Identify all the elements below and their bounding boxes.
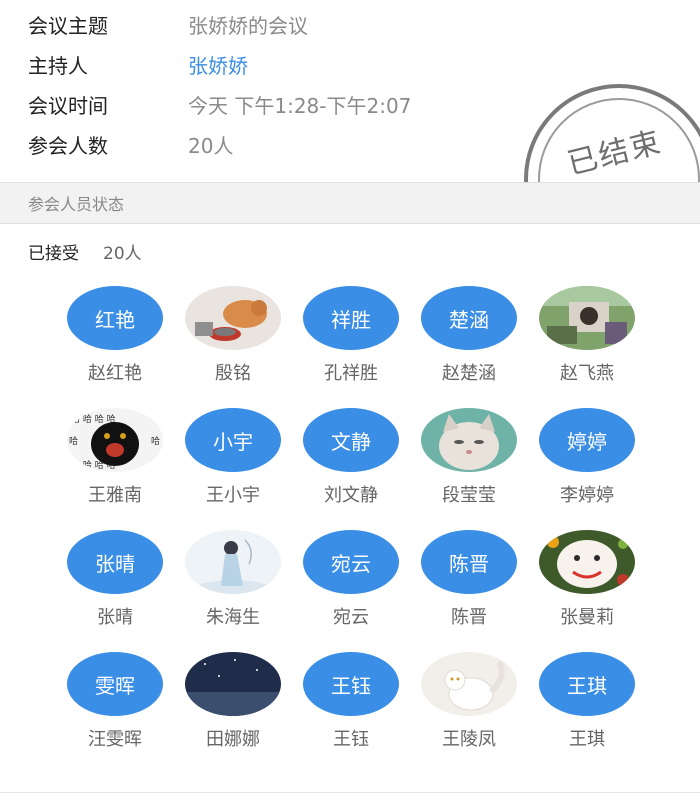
member-item[interactable]: 张晴 张晴 bbox=[56, 530, 174, 630]
member-name: 陈晋 bbox=[451, 607, 487, 628]
black-cat-photo-avatar: 哈 哈 哈 哈 哈 哈 哈 哈 哈 哈 bbox=[67, 408, 163, 472]
member-name: 赵红艳 bbox=[88, 363, 142, 384]
svg-text:哈: 哈 bbox=[69, 435, 78, 447]
member-item[interactable]: 哈 哈 哈 哈 哈 哈 哈 哈 哈 哈 王雅南 bbox=[56, 408, 174, 508]
member-name: 王琪 bbox=[569, 729, 605, 750]
member-item[interactable]: 段莹莹 bbox=[410, 408, 528, 508]
black-cat-photo-icon: 哈 哈 哈 哈 哈 哈 哈 哈 哈 哈 bbox=[67, 408, 163, 472]
member-item[interactable]: 雯晖 汪雯晖 bbox=[56, 652, 174, 752]
accepted-count: 20人 bbox=[103, 243, 142, 264]
member-item[interactable]: 宛云 宛云 bbox=[292, 530, 410, 630]
avatar-text: 祥胜 bbox=[303, 286, 399, 350]
time-row: 会议时间 今天 下午1:28-下午2:07 bbox=[28, 84, 411, 124]
avatar-text: 王钰 bbox=[303, 652, 399, 716]
avatar-text: 陈晋 bbox=[421, 530, 517, 594]
fruit-plate-avatar bbox=[539, 530, 635, 594]
outdoor-photo-icon bbox=[539, 286, 635, 350]
member-item[interactable]: 文静 刘文静 bbox=[292, 408, 410, 508]
cat-photo-icon bbox=[185, 286, 281, 350]
member-item[interactable]: 陈晋 陈晋 bbox=[410, 530, 528, 630]
avatar-text: 楚涵 bbox=[421, 286, 517, 350]
member-item[interactable]: 王钰 王钰 bbox=[292, 652, 410, 752]
member-item[interactable]: 小宇 王小宇 bbox=[174, 408, 292, 508]
avatar-text: 雯晖 bbox=[67, 652, 163, 716]
member-name: 王小宇 bbox=[206, 485, 260, 506]
member-grid: 红艳 赵红艳 殷铭 祥胜 孔祥胜 楚涵 赵楚涵 赵飞燕 哈 哈 哈 哈 哈 哈 … bbox=[56, 286, 656, 752]
cat-face-photo-icon bbox=[421, 408, 517, 472]
member-item[interactable]: 楚涵 赵楚涵 bbox=[410, 286, 528, 386]
host-row: 主持人 张娇娇 bbox=[28, 44, 248, 84]
member-item[interactable]: 王陵凤 bbox=[410, 652, 528, 752]
cat-face-photo-avatar bbox=[421, 408, 517, 472]
topic-label: 会议主题 bbox=[28, 13, 108, 38]
member-name: 汪雯晖 bbox=[88, 729, 142, 750]
member-name: 孔祥胜 bbox=[324, 363, 378, 384]
member-item[interactable]: 赵飞燕 bbox=[528, 286, 646, 386]
night-sky-icon bbox=[185, 652, 281, 716]
avatar-text: 王琪 bbox=[539, 652, 635, 716]
avatar-text: 张晴 bbox=[67, 530, 163, 594]
ended-stamp: 已结束 bbox=[524, 84, 700, 182]
white-cat-photo-icon bbox=[421, 652, 517, 716]
avatar-text: 小宇 bbox=[185, 408, 281, 472]
member-name: 田娜娜 bbox=[206, 729, 260, 750]
fruit-plate-icon bbox=[539, 530, 635, 594]
member-item[interactable]: 田娜娜 bbox=[174, 652, 292, 752]
member-item[interactable]: 红艳 赵红艳 bbox=[56, 286, 174, 386]
member-item[interactable]: 朱海生 bbox=[174, 530, 292, 630]
member-item[interactable]: 祥胜 孔祥胜 bbox=[292, 286, 410, 386]
avatar-text: 宛云 bbox=[303, 530, 399, 594]
illustration-girl-avatar bbox=[185, 530, 281, 594]
member-name: 李婷婷 bbox=[560, 485, 614, 506]
member-name: 赵楚涵 bbox=[442, 363, 496, 384]
accepted-label: 已接受 bbox=[28, 243, 79, 264]
participant-status-header: 参会人员状态 bbox=[0, 182, 700, 224]
member-name: 王钰 bbox=[333, 729, 369, 750]
member-item[interactable]: 王琪 王琪 bbox=[528, 652, 646, 752]
time-value: 今天 下午1:28-下午2:07 bbox=[188, 93, 412, 118]
topic-row: 会议主题 张娇娇的会议 bbox=[28, 4, 308, 44]
member-name: 宛云 bbox=[333, 607, 369, 628]
member-name: 张晴 bbox=[97, 607, 133, 628]
accepted-summary: 已接受 20人 bbox=[28, 236, 142, 266]
member-name: 段莹莹 bbox=[442, 485, 496, 506]
member-name: 朱海生 bbox=[206, 607, 260, 628]
count-label: 参会人数 bbox=[28, 133, 108, 158]
member-name: 殷铭 bbox=[215, 363, 251, 384]
member-item[interactable]: 张曼莉 bbox=[528, 530, 646, 630]
night-sky-avatar bbox=[185, 652, 281, 716]
section-title: 参会人员状态 bbox=[28, 195, 125, 214]
count-row: 参会人数 20人 bbox=[28, 124, 233, 164]
member-item[interactable]: 殷铭 bbox=[174, 286, 292, 386]
host-label: 主持人 bbox=[28, 53, 88, 78]
meeting-info-panel: 会议主题 张娇娇的会议 主持人 张娇娇 会议时间 今天 下午1:28-下午2:0… bbox=[0, 0, 700, 182]
member-name: 赵飞燕 bbox=[560, 363, 614, 384]
member-item[interactable]: 婷婷 李婷婷 bbox=[528, 408, 646, 508]
avatar-text: 婷婷 bbox=[539, 408, 635, 472]
member-name: 王雅南 bbox=[88, 485, 142, 506]
svg-text:哈: 哈 bbox=[151, 435, 160, 447]
avatar-text: 文静 bbox=[303, 408, 399, 472]
count-value: 20人 bbox=[188, 133, 234, 158]
outdoor-photo-avatar bbox=[539, 286, 635, 350]
cat-photo-avatar bbox=[185, 286, 281, 350]
member-name: 王陵凤 bbox=[442, 729, 496, 750]
topic-value: 张娇娇的会议 bbox=[188, 13, 308, 38]
host-link[interactable]: 张娇娇 bbox=[188, 50, 248, 79]
illustration-girl-icon bbox=[185, 530, 281, 594]
time-label: 会议时间 bbox=[28, 93, 108, 118]
member-name: 刘文静 bbox=[324, 485, 378, 506]
white-cat-photo-avatar bbox=[421, 652, 517, 716]
avatar-text: 红艳 bbox=[67, 286, 163, 350]
member-name: 张曼莉 bbox=[560, 607, 614, 628]
bottom-divider bbox=[0, 792, 700, 793]
